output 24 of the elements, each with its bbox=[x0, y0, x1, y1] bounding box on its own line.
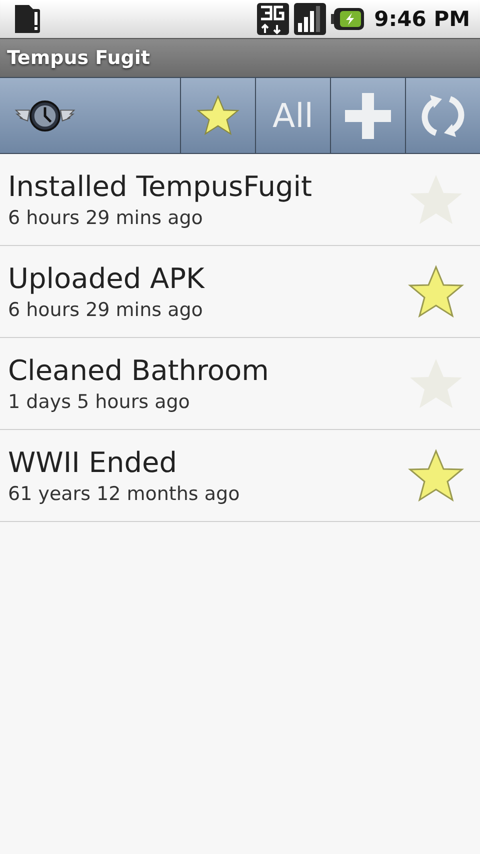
elapsed-time: 61 years 12 months ago bbox=[8, 483, 240, 505]
star-toggle[interactable] bbox=[406, 448, 466, 504]
refresh-icon bbox=[420, 92, 466, 138]
battery-charging-icon bbox=[331, 7, 366, 31]
winged-clock-icon bbox=[14, 98, 76, 134]
star-icon bbox=[195, 94, 241, 137]
elapsed-time: 6 hours 29 mins ago bbox=[8, 207, 204, 229]
3g-data-icon bbox=[257, 3, 290, 35]
star-toggle[interactable] bbox=[406, 264, 466, 320]
event-title: Cleaned Bathroom bbox=[8, 354, 269, 387]
event-title: Uploaded APK bbox=[8, 262, 204, 295]
event-row[interactable]: Installed TempusFugit 6 hours 29 mins ago bbox=[0, 154, 480, 246]
signal-icon bbox=[294, 3, 326, 35]
sd-card-warning-icon bbox=[12, 3, 42, 35]
plus-icon bbox=[345, 92, 391, 138]
event-row[interactable]: Uploaded APK 6 hours 29 mins ago bbox=[0, 246, 480, 338]
event-title: Installed TempusFugit bbox=[8, 170, 312, 203]
event-title: WWII Ended bbox=[8, 446, 178, 479]
event-row[interactable]: WWII Ended 61 years 12 months ago bbox=[0, 430, 480, 522]
elapsed-time: 1 days 5 hours ago bbox=[8, 391, 191, 413]
elapsed-time: 6 hours 29 mins ago bbox=[8, 299, 204, 321]
app-title: Tempus Fugit bbox=[7, 47, 150, 69]
clock-time: 9:46 PM bbox=[374, 7, 470, 31]
event-row[interactable]: Cleaned Bathroom 1 days 5 hours ago bbox=[0, 338, 480, 430]
